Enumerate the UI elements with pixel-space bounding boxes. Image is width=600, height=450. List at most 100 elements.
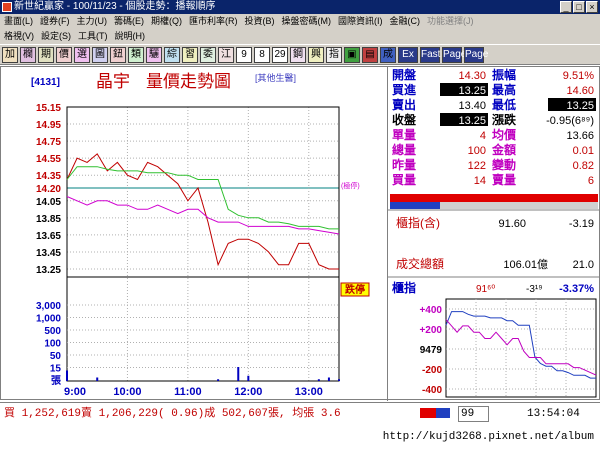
- toolbar-button-14[interactable]: 9: [236, 46, 252, 63]
- quote-label-left: 收盤: [392, 112, 417, 127]
- status-bar: 買 1,252,619賣 1,206,229( 0.96)成 502,607張,…: [0, 402, 600, 424]
- menu-item-2[interactable]: 證券(F): [40, 16, 70, 26]
- quote-label-right: 振幅: [492, 67, 516, 82]
- volume-bar: [217, 379, 220, 381]
- toolbar-button-18[interactable]: 興: [308, 46, 324, 63]
- volume-tick-label: 500: [44, 326, 61, 337]
- toolbar-button-20[interactable]: ▣: [344, 46, 360, 63]
- quote-label-right: 賣量: [491, 172, 516, 187]
- price-tick-label: 14.75: [36, 137, 61, 148]
- chart-title: 量價走勢圖: [146, 72, 231, 91]
- quote-label-left: 買進: [392, 82, 417, 97]
- quote-panel: 開盤 14.30 振幅 9.51% 買進 13.25 最高 14.60 賣出 13.40 最低 13.…: [387, 67, 600, 401]
- chart-area: [4131] 晶宇 量價走勢圖 [其他生醫] 15.15 14.95 14.75 14.55 1…: [1, 67, 387, 401]
- stock-name: 晶宇: [96, 72, 130, 91]
- bidask-red-bar: [390, 194, 598, 202]
- status-red-block: [420, 408, 436, 418]
- price-tick-label: 14.05: [36, 197, 61, 208]
- menu2-item-2[interactable]: 設定(S): [41, 31, 71, 41]
- limit-up-mark: (極停): [341, 181, 360, 190]
- price-tick-label: 14.95: [36, 120, 61, 131]
- toolbar-button-16[interactable]: 29: [272, 46, 288, 63]
- otc-change: -3.19: [569, 218, 594, 230]
- menu-item-4[interactable]: 籌碼(E): [114, 16, 144, 26]
- toolbar-button-15[interactable]: 8: [254, 46, 270, 63]
- menu-item-5[interactable]: 期權(Q): [151, 16, 182, 26]
- menu-item-6[interactable]: 匯市利率(R): [189, 16, 238, 26]
- menu2-item-1[interactable]: 格視(V): [4, 31, 34, 41]
- quote-label-left: 買量: [392, 173, 416, 187]
- stock-code: [4131]: [31, 77, 60, 88]
- toolbar-button-10[interactable]: 綜: [164, 46, 180, 63]
- status-time: 13:54:04: [527, 408, 580, 420]
- toolbar-button-4[interactable]: 價: [56, 46, 72, 63]
- quote-value-left: 4: [480, 130, 486, 142]
- quote-label-right: 最低: [492, 97, 516, 112]
- volume-bar: [247, 375, 250, 381]
- quote-label-left: 總量: [392, 142, 416, 157]
- quote-value-left: 122: [468, 160, 486, 172]
- quote-label-left: 開盤: [392, 67, 417, 82]
- volume-bar: [338, 379, 340, 381]
- window-title: 新世紀贏家 - 100/11/23 - 個股走勢：播報順序: [14, 1, 216, 12]
- toolbar-button-8[interactable]: 類: [128, 46, 144, 63]
- toolbar-button-17[interactable]: 鋼: [290, 46, 306, 63]
- menu-item-7[interactable]: 投資(B): [245, 16, 275, 26]
- price-tick-label: 14.35: [36, 171, 61, 182]
- mini-value: 91⁶⁰: [476, 284, 495, 295]
- menu2-item-3[interactable]: 工具(T): [78, 31, 108, 41]
- toolbar-button-11[interactable]: 習: [182, 46, 198, 63]
- volume-tick-label: 15: [50, 364, 62, 375]
- close-button[interactable]: ×: [586, 1, 598, 13]
- toolbar-button-9[interactable]: 驪: [146, 46, 162, 63]
- price-tick-label: 14.55: [36, 154, 61, 165]
- toolbar-button-24[interactable]: Fast: [420, 46, 440, 63]
- toolbar-button-25[interactable]: Page: [442, 46, 466, 63]
- maximize-button[interactable]: □: [573, 1, 585, 13]
- menu-item-8[interactable]: 操盤密碼(M): [282, 16, 332, 26]
- quote-value-right: 9.51%: [563, 70, 594, 82]
- toolbar-button-21[interactable]: ▤: [362, 46, 378, 63]
- toolbar-button-19[interactable]: 指: [326, 46, 342, 63]
- toolbar-button-1[interactable]: 加: [2, 46, 18, 63]
- toolbar-button-12[interactable]: 委: [200, 46, 216, 63]
- menu-item-9[interactable]: 國際資訊(I): [338, 16, 383, 26]
- toolbar-button-5[interactable]: 選: [74, 46, 90, 63]
- toolbar-button-23[interactable]: Ex: [398, 46, 418, 63]
- mini-tick-label: +400: [419, 305, 442, 316]
- volume-tick-label: 3,000: [36, 301, 61, 312]
- price-tick-label: 13.85: [36, 214, 61, 225]
- menu-item-1[interactable]: 畫面(L): [4, 16, 33, 26]
- menu-item-3[interactable]: 主力(U): [77, 16, 108, 26]
- mini-tick-label: -400: [422, 385, 442, 396]
- menu2-item-4[interactable]: 說明(H): [115, 31, 146, 41]
- volume-tick-label: 張: [51, 375, 62, 387]
- quote-value-left: 14.30: [458, 70, 486, 82]
- toolbar: 加欄期價選圖鈕類驪綜習委江 9 8 29 鋼興指 ▣ ▤ 成 Ex Fast Page Page: [0, 44, 600, 65]
- toolbar-button-2[interactable]: 欄: [20, 46, 36, 63]
- quote-label-right: 漲跌: [492, 112, 517, 127]
- toolbar-button-7[interactable]: 鈕: [110, 46, 126, 63]
- toolbar-button-3[interactable]: 期: [38, 46, 54, 63]
- app-icon: [2, 2, 12, 12]
- quote-value-right: 13.25: [566, 100, 594, 112]
- minimize-button[interactable]: _: [560, 1, 572, 13]
- volume-tick-label: 1,000: [36, 314, 61, 325]
- toolbar-button-22[interactable]: 成: [380, 46, 396, 63]
- main-panel: [4131] 晶宇 量價走勢圖 [其他生醫] 15.15 14.95 14.75 14.55 1…: [0, 66, 600, 401]
- volume-tick-label: 50: [50, 351, 62, 362]
- toolbar-button-26[interactable]: Page: [464, 46, 488, 63]
- quote-value-left: 14: [474, 175, 486, 187]
- menu-item-11[interactable]: 功能選擇(J): [427, 16, 474, 26]
- toolbar-button-13[interactable]: 江: [218, 46, 234, 63]
- turnover-label: 成交總額: [396, 256, 444, 271]
- menu-item-10[interactable]: 金融(C): [390, 16, 421, 26]
- quote-label-right: 金額: [491, 142, 516, 157]
- status-box[interactable]: 99: [458, 406, 490, 422]
- quote-value-right: -0.95(6⁸⁹): [546, 115, 594, 127]
- price-volume-chart: [4131] 晶宇 量價走勢圖 [其他生醫] 15.15 14.95 14.75 14.55 1…: [31, 72, 370, 398]
- quote-value-right: 6: [588, 175, 594, 187]
- bidask-gray-bar: [440, 202, 598, 209]
- toolbar-button-6[interactable]: 圖: [92, 46, 108, 63]
- watermark-url: http://kujd3268.pixnet.net/album: [0, 424, 600, 450]
